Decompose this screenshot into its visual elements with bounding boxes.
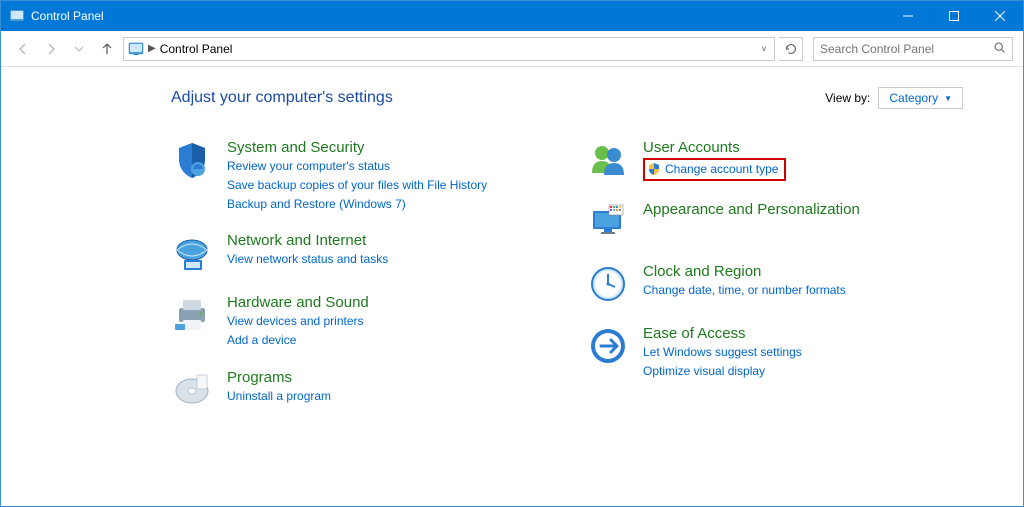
control-panel-icon [9,8,25,24]
maximize-button[interactable] [931,1,977,31]
category-link[interactable]: Save backup copies of your files with Fi… [227,177,487,194]
column-right: User Accounts Change account type Appear… [587,139,963,431]
chevron-down-icon: ▼ [944,94,952,103]
minimize-button[interactable] [885,1,931,31]
category-appearance: Appearance and Personalization [587,201,963,243]
highlighted-link-box: Change account type [643,158,786,181]
printer-icon [171,294,213,336]
monitor-icon [587,201,629,243]
view-by-select[interactable]: Category ▼ [878,87,963,109]
view-by-value: Category [889,91,938,105]
category-title[interactable]: Hardware and Sound [227,294,369,311]
users-icon [587,139,629,181]
close-button[interactable] [977,1,1023,31]
recent-dropdown[interactable] [67,37,91,61]
category-title[interactable]: User Accounts [643,139,786,156]
category-link[interactable]: Review your computer's status [227,158,487,175]
up-button[interactable] [95,37,119,61]
category-ease-of-access: Ease of Access Let Windows suggest setti… [587,325,963,380]
back-button[interactable] [11,37,35,61]
forward-button[interactable] [39,37,63,61]
search-box[interactable] [813,37,1013,61]
breadcrumb-separator: ▶ [148,43,156,54]
category-title[interactable]: Network and Internet [227,232,388,249]
category-link[interactable]: Add a device [227,332,369,349]
control-panel-icon [128,41,144,57]
header-row: Adjust your computer's settings View by:… [171,87,963,109]
address-bar[interactable]: ▶ Control Panel v [123,37,775,61]
category-user-accounts: User Accounts Change account type [587,139,963,181]
search-icon[interactable] [993,41,1006,57]
uac-shield-icon [647,162,661,176]
ease-of-access-icon [587,325,629,367]
category-link[interactable]: Optimize visual display [643,363,802,380]
page-title: Adjust your computer's settings [171,89,393,107]
disc-icon [171,369,213,411]
category-title[interactable]: Clock and Region [643,263,846,280]
category-link[interactable]: Change date, time, or number formats [643,282,846,299]
shield-icon [171,139,213,181]
network-icon [171,232,213,274]
category-title[interactable]: System and Security [227,139,487,156]
window-title: Control Panel [31,9,104,23]
category-hardware: Hardware and Sound View devices and prin… [171,294,547,349]
category-title[interactable]: Programs [227,369,331,386]
category-link[interactable]: View network status and tasks [227,251,388,268]
category-link[interactable]: Let Windows suggest settings [643,344,802,361]
clock-icon [587,263,629,305]
category-programs: Programs Uninstall a program [171,369,547,411]
category-system-security: System and Security Review your computer… [171,139,547,212]
address-dropdown[interactable]: v [758,44,770,53]
breadcrumb-location[interactable]: Control Panel [160,42,233,56]
view-by: View by: Category ▼ [825,87,963,109]
titlebar: Control Panel [1,1,1023,31]
category-clock-region: Clock and Region Change date, time, or n… [587,263,963,305]
category-link-change-account-type[interactable]: Change account type [665,161,778,178]
category-network: Network and Internet View network status… [171,232,547,274]
column-left: System and Security Review your computer… [171,139,547,431]
category-link[interactable]: View devices and printers [227,313,369,330]
category-title[interactable]: Appearance and Personalization [643,201,860,218]
titlebar-buttons [885,1,1023,31]
titlebar-left: Control Panel [9,8,104,24]
navbar: ▶ Control Panel v [1,31,1023,67]
content-pane: Adjust your computer's settings View by:… [1,67,1023,451]
view-by-label: View by: [825,91,870,105]
category-title[interactable]: Ease of Access [643,325,802,342]
category-link[interactable]: Uninstall a program [227,388,331,405]
refresh-button[interactable] [779,37,803,61]
category-columns: System and Security Review your computer… [171,139,963,431]
category-link[interactable]: Backup and Restore (Windows 7) [227,196,487,213]
search-input[interactable] [820,42,980,56]
